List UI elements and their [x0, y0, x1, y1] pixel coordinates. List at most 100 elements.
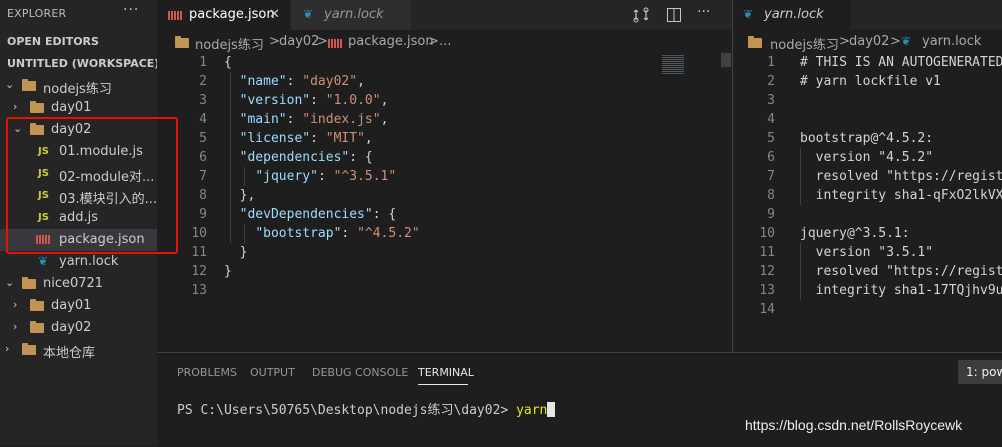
json-key: "dependencies"	[239, 150, 350, 165]
code-line: version "4.5.2"	[800, 150, 934, 165]
tab-problems[interactable]: PROBLEMS	[177, 366, 237, 379]
json-file-icon	[328, 39, 343, 48]
open-editors-section[interactable]: OPEN EDITORS	[7, 35, 99, 48]
breadcrumb-file[interactable]: package.json	[348, 34, 434, 49]
scrollbar[interactable]	[721, 53, 731, 67]
tree-item-file[interactable]: ❦ yarn.lock	[0, 251, 157, 273]
line-number: 13	[191, 283, 207, 298]
line-number: 7	[199, 169, 207, 184]
tree-item-day01[interactable]: › day01	[0, 97, 157, 119]
workspace-section[interactable]: UNTITLED (WORKSPACE)	[7, 57, 157, 70]
breadcrumb-sep: >	[890, 34, 901, 49]
code-line: "jquery": "^3.5.1"	[255, 169, 397, 184]
chevron-right-icon: ›	[13, 298, 18, 311]
code-line: },	[224, 188, 256, 203]
tab-label: package.json	[189, 7, 275, 22]
editor2-code[interactable]: 1 2 3 4 5 6 7 8 9 10 11 12 13 14 # THIS IS AN AUTOGEN…	[733, 53, 1002, 343]
line-number: 8	[199, 188, 207, 203]
more-actions-icon[interactable]: ···	[697, 4, 710, 20]
code-line: bootstrap@^4.5.2:	[800, 131, 934, 146]
code-line: resolved "https://regist	[800, 169, 1002, 184]
line-number: 9	[767, 207, 775, 222]
breadcrumb-more[interactable]: ...	[439, 34, 451, 49]
tree-item-label: 本地仓库	[43, 346, 96, 361]
json-key: "bootstrap"	[255, 226, 342, 241]
highlight-box	[6, 117, 178, 254]
watermark: https://blog.csdn.net/RollsRoycewk	[745, 417, 963, 433]
line-number: 2	[767, 74, 775, 89]
breadcrumb: nodejs练习 > day02 > package.json > ...	[157, 32, 732, 54]
terminal-select[interactable]: 1: pow	[958, 360, 1002, 384]
tab-label: yarn.lock	[764, 7, 824, 22]
close-icon[interactable]: ✕	[269, 7, 280, 22]
yarn-file-icon: ❦	[743, 7, 754, 21]
json-key: "main"	[239, 112, 287, 127]
yarn-file-icon: ❦	[303, 7, 314, 21]
chevron-right-icon: ›	[5, 342, 10, 355]
tree-item-label: yarn.lock	[59, 254, 119, 269]
code-line: resolved "https://regist	[800, 264, 1002, 279]
line-number: 10	[191, 226, 207, 241]
tree-item-label: nodejs练习	[43, 82, 112, 97]
breadcrumb-root[interactable]: nodejs练习	[195, 34, 264, 53]
code-line: integrity sha1-qFxO2lkVX	[800, 188, 1002, 203]
code-line: integrity sha1-17TQjhv9u	[800, 283, 1002, 298]
split-editor-icon[interactable]	[666, 7, 682, 23]
tab-yarn-lock[interactable]: ❦ yarn.lock	[291, 0, 411, 30]
tab-terminal[interactable]: TERMINAL	[418, 366, 474, 379]
code-line: "name": "day02",	[239, 74, 365, 89]
tab-output[interactable]: OUTPUT	[250, 366, 295, 379]
json-value: "day02"	[302, 74, 358, 89]
chevron-down-icon: ⌄	[5, 276, 15, 289]
terminal-prompt: PS C:\Users\50765\Desktop\nodejs练习\day02…	[177, 403, 509, 418]
json-file-icon	[168, 11, 183, 20]
tree-item-day01[interactable]: › day01	[0, 295, 157, 317]
open-changes-icon[interactable]	[633, 7, 649, 23]
tree-item-label: nice0721	[43, 276, 104, 291]
code-brace: {	[224, 55, 232, 70]
more-actions-icon[interactable]: ···	[123, 2, 139, 18]
json-key: "name"	[239, 74, 287, 89]
code-line: "main": "index.js",	[239, 112, 389, 127]
root-folder-icon	[22, 343, 36, 355]
line-number: 11	[759, 245, 775, 260]
line-number: 6	[767, 150, 775, 165]
active-tab-underline	[418, 384, 468, 385]
json-key: "jquery"	[255, 169, 318, 184]
line-number: 6	[199, 150, 207, 165]
breadcrumb-file[interactable]: yarn.lock	[922, 34, 981, 49]
tab-debug-console[interactable]: DEBUG CONSOLE	[312, 366, 408, 379]
tree-item-day02[interactable]: › day02	[0, 317, 157, 339]
code-brace: }	[224, 264, 232, 279]
breadcrumb-root[interactable]: nodejs练习	[770, 34, 839, 53]
line-number: 5	[767, 131, 775, 146]
breadcrumb: nodejs练习 > day02 > ❦ yarn.lock	[733, 32, 1002, 54]
editor2-tabbar: ❦ yarn.lock	[733, 0, 1002, 30]
code-line: "devDependencies": {	[239, 207, 397, 222]
tree-item-nodejs-root[interactable]: ⌄ nodejs练习	[0, 75, 157, 97]
code-line: }	[224, 245, 248, 260]
minimap[interactable]	[662, 55, 684, 75]
code-line: jquery@^3.5.1:	[800, 226, 910, 241]
line-number: 7	[767, 169, 775, 184]
code-line: # THIS IS AN AUTOGENERATED	[800, 55, 1002, 70]
breadcrumb-folder[interactable]: day02	[849, 34, 889, 49]
editor1-code[interactable]: 1 2 3 4 5 6 7 8 9 10 11 12 13 { "name": "day02", "ve…	[157, 53, 732, 343]
json-value: "^3.5.1"	[333, 169, 397, 184]
tree-item-label: day02	[51, 320, 92, 335]
yarn-file-icon: ❦	[901, 34, 912, 48]
breadcrumb-folder[interactable]: day02	[279, 34, 319, 49]
terminal-line[interactable]: PS C:\Users\50765\Desktop\nodejs练习\day02…	[177, 399, 556, 418]
json-key: "devDependencies"	[239, 207, 373, 222]
root-folder-icon	[22, 79, 36, 91]
tree-item-label: day01	[51, 298, 92, 313]
code-line: "version": "1.0.0",	[239, 93, 389, 108]
json-key: "license"	[239, 131, 311, 146]
tree-item-nice0721-root[interactable]: ⌄ nice0721	[0, 273, 157, 295]
tab-yarn-lock[interactable]: ❦ yarn.lock	[733, 0, 851, 30]
code-line: # yarn lockfile v1	[800, 74, 941, 89]
tab-package-json[interactable]: package.json ✕	[157, 0, 290, 30]
tree-item-local-repo-root[interactable]: › 本地仓库	[0, 339, 157, 361]
chevron-down-icon: ⌄	[5, 78, 15, 91]
folder-icon	[30, 299, 44, 311]
